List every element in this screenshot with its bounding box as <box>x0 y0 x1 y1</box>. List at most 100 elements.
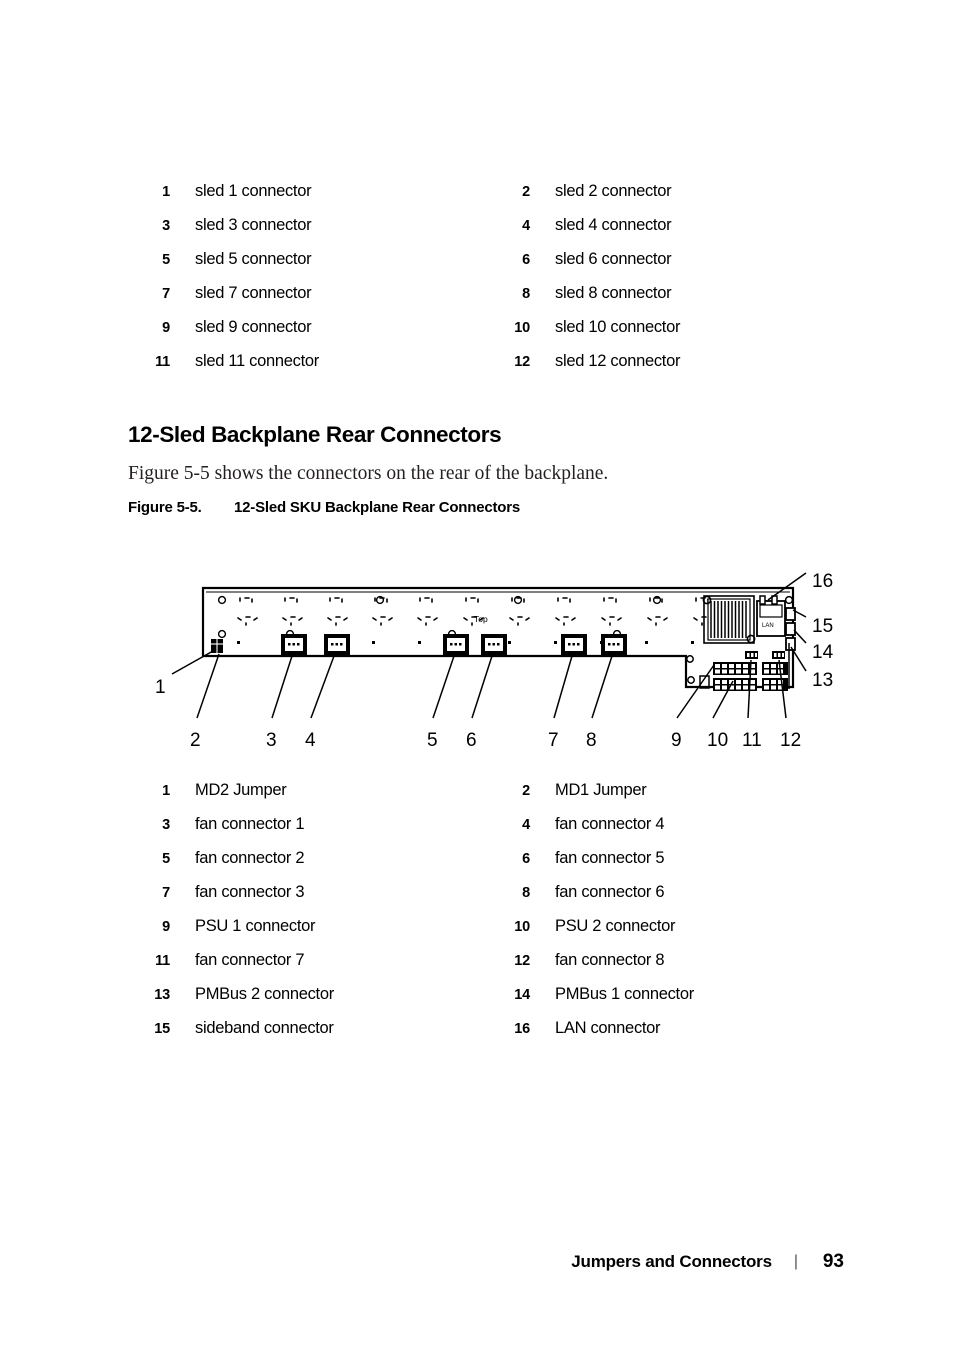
legend-number: 5 <box>162 252 170 268</box>
legend-number: 7 <box>162 885 170 901</box>
legend-label: sled 4 connector <box>555 216 672 234</box>
legend-number: 16 <box>514 1021 530 1037</box>
heatsink-block <box>702 595 756 644</box>
legend-number: 3 <box>162 817 170 833</box>
intro-paragraph: Figure 5-5 shows the connectors on the r… <box>128 462 609 484</box>
legend-entry: 7 fan connector 3 <box>128 883 488 917</box>
legend-label: PSU 1 connector <box>195 917 316 935</box>
legend-entry: 4 sled 4 connector <box>488 216 848 250</box>
legend-entry: 11 fan connector 7 <box>128 951 488 985</box>
legend-label: MD2 Jumper <box>195 781 287 799</box>
legend-number: 7 <box>162 286 170 302</box>
legend-row: 5 sled 5 connector 6 sled 6 connector <box>128 250 848 284</box>
legend-entry: 2 sled 2 connector <box>488 182 848 216</box>
legend-number: 1 <box>162 783 170 799</box>
legend-row: 11 fan connector 7 12 fan connector 8 <box>128 951 848 985</box>
fan-connector <box>561 634 587 655</box>
fan-connector <box>443 634 469 655</box>
legend-number: 14 <box>514 987 530 1003</box>
legend-label: PMBus 2 connector <box>195 985 334 1003</box>
fan-connector-7 <box>745 651 758 659</box>
sled-connector-legend: 1 sled 1 connector 2 sled 2 connector 3 … <box>128 182 848 386</box>
fan-connector <box>324 634 350 655</box>
legend-row: 1 sled 1 connector 2 sled 2 connector <box>128 182 848 216</box>
legend-label: fan connector 1 <box>195 815 305 833</box>
legend-entry: 10 sled 10 connector <box>488 318 848 352</box>
legend-row: 1 MD2 Jumper 2 MD1 Jumper <box>128 781 848 815</box>
section-heading: 12-Sled Backplane Rear Connectors <box>128 421 502 447</box>
legend-label: sled 3 connector <box>195 216 312 234</box>
legend-number: 12 <box>514 953 530 969</box>
footer-chapter-title: Jumpers and Connectors <box>571 1252 772 1271</box>
figure-caption: Figure 5-5. 12-Sled SKU Backplane Rear C… <box>128 499 520 516</box>
legend-entry: 8 fan connector 6 <box>488 883 848 917</box>
fan-connector-8 <box>772 651 785 659</box>
legend-number: 13 <box>154 987 170 1003</box>
legend-row: 9 PSU 1 connector 10 PSU 2 connector <box>128 917 848 951</box>
legend-label: fan connector 8 <box>555 951 665 969</box>
legend-label: sled 2 connector <box>555 182 672 200</box>
legend-entry: 13 PMBus 2 connector <box>128 985 488 1019</box>
legend-row: 3 sled 3 connector 4 sled 4 connector <box>128 216 848 250</box>
fan-connector <box>281 634 307 655</box>
legend-entry: 2 MD1 Jumper <box>488 781 848 815</box>
footer-page-number: 93 <box>822 1251 844 1272</box>
legend-entry: 12 sled 12 connector <box>488 352 848 386</box>
legend-entry: 3 fan connector 1 <box>128 815 488 849</box>
legend-label: fan connector 3 <box>195 883 305 901</box>
silkscreen-top-label: Top <box>474 614 488 624</box>
legend-label: fan connector 7 <box>195 951 305 969</box>
fan-connector <box>601 634 627 655</box>
legend-entry: 11 sled 11 connector <box>128 352 488 386</box>
legend-number: 4 <box>522 817 530 833</box>
legend-row: 15 sideband connector 16 LAN connector <box>128 1019 848 1053</box>
page-footer: Jumpers and Connectors | 93 <box>0 1251 954 1281</box>
legend-label: sled 7 connector <box>195 284 312 302</box>
legend-entry: 5 sled 5 connector <box>128 250 488 284</box>
legend-entry: 12 fan connector 8 <box>488 951 848 985</box>
legend-row: 7 fan connector 3 8 fan connector 6 <box>128 883 848 917</box>
legend-number: 10 <box>514 919 530 935</box>
legend-label: sled 1 connector <box>195 182 312 200</box>
legend-label: sled 10 connector <box>555 318 681 336</box>
legend-number: 11 <box>155 953 170 969</box>
legend-label: fan connector 6 <box>555 883 665 901</box>
legend-entry: 9 PSU 1 connector <box>128 917 488 951</box>
pmbus-1-connector <box>785 622 796 636</box>
legend-row: 13 PMBus 2 connector 14 PMBus 1 connecto… <box>128 985 848 1019</box>
legend-entry: 16 LAN connector <box>488 1019 848 1053</box>
pmbus-2-connector <box>785 637 796 651</box>
figure-caption-number: Figure 5-5. <box>128 499 202 516</box>
legend-number: 5 <box>162 851 170 867</box>
legend-entry: 6 sled 6 connector <box>488 250 848 284</box>
footer-separator: | <box>793 1253 798 1270</box>
legend-label: fan connector 5 <box>555 849 665 867</box>
legend-number: 9 <box>162 919 170 935</box>
legend-entry: 1 MD2 Jumper <box>128 781 488 815</box>
legend-label: sled 11 connector <box>195 352 319 370</box>
legend-label: sled 12 connector <box>555 352 681 370</box>
legend-row: 11 sled 11 connector 12 sled 12 connecto… <box>128 352 848 386</box>
lan-connector-label: LAN <box>762 623 774 629</box>
fan-connector <box>481 634 507 655</box>
silkscreen-pads <box>217 595 662 639</box>
legend-entry: 8 sled 8 connector <box>488 284 848 318</box>
legend-entry: 9 sled 9 connector <box>128 318 488 352</box>
rear-connector-legend: 1 MD2 Jumper 2 MD1 Jumper 3 fan connecto… <box>128 781 848 1053</box>
legend-label: MD1 Jumper <box>555 781 647 799</box>
legend-number: 3 <box>162 218 170 234</box>
legend-entry: 1 sled 1 connector <box>128 182 488 216</box>
figure-caption-title: 12-Sled SKU Backplane Rear Connectors <box>234 499 521 516</box>
backplane-rear-diagram: Top LAN <box>0 548 954 758</box>
legend-number: 6 <box>522 252 530 268</box>
legend-number: 11 <box>155 354 170 370</box>
legend-label: sled 6 connector <box>555 250 672 268</box>
legend-number: 2 <box>522 184 530 200</box>
legend-label: sled 9 connector <box>195 318 312 336</box>
legend-entry: 15 sideband connector <box>128 1019 488 1053</box>
legend-entry: 6 fan connector 5 <box>488 849 848 883</box>
legend-entry: 4 fan connector 4 <box>488 815 848 849</box>
legend-row: 7 sled 7 connector 8 sled 8 connector <box>128 284 848 318</box>
legend-number: 2 <box>522 783 530 799</box>
legend-label: PSU 2 connector <box>555 917 676 935</box>
